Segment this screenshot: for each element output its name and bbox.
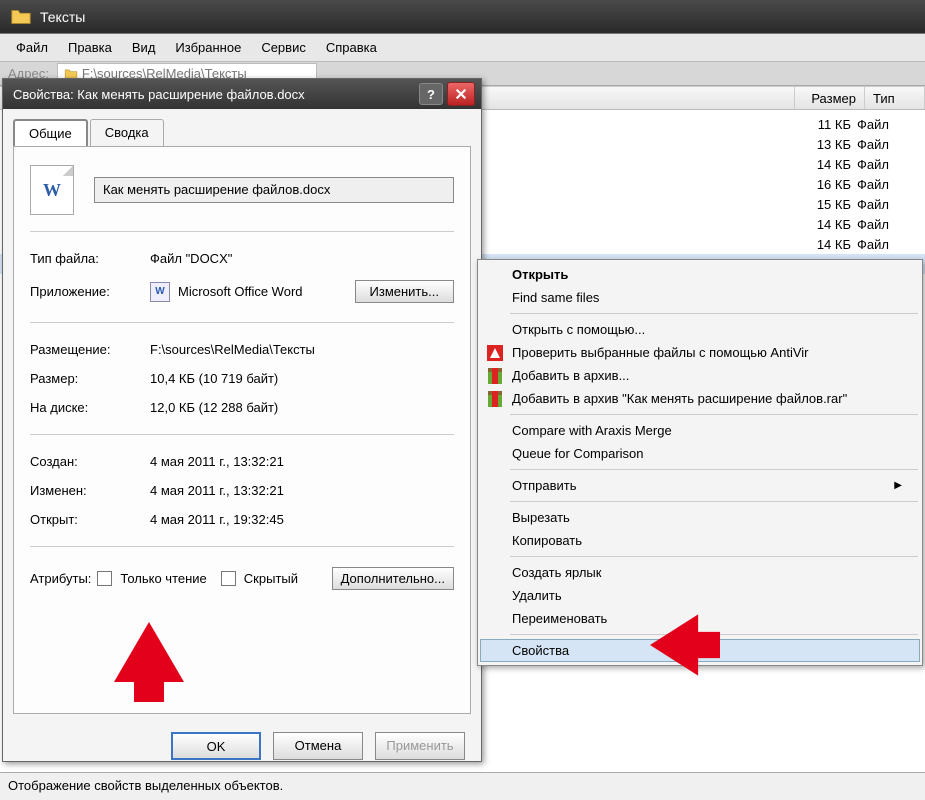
label-created: Создан: (30, 454, 150, 469)
ctx-properties[interactable]: Свойства (480, 639, 920, 662)
label-application: Приложение: (30, 284, 150, 299)
label-ondisk: На диске: (30, 400, 150, 415)
ctx-compare-araxis[interactable]: Compare with Araxis Merge (480, 419, 920, 442)
ctx-delete[interactable]: Удалить (480, 584, 920, 607)
apply-button[interactable]: Применить (375, 732, 465, 760)
menubar: Файл Правка Вид Избранное Сервис Справка (0, 34, 925, 62)
menu-service[interactable]: Сервис (251, 36, 316, 59)
value-modified: 4 мая 2011 г., 13:32:21 (150, 483, 454, 498)
ctx-send-to[interactable]: Отправить▶ (480, 474, 920, 497)
dialog-title: Свойства: Как менять расширение файлов.d… (13, 87, 419, 102)
menu-file[interactable]: Файл (6, 36, 58, 59)
statusbar: Отображение свойств выделенных объектов. (0, 772, 925, 800)
tab-strip: Общие Сводка (3, 109, 481, 146)
archive-icon (486, 367, 504, 385)
value-ondisk: 12,0 КБ (12 288 байт) (150, 400, 454, 415)
filename-field[interactable]: Как менять расширение файлов.docx (94, 177, 454, 203)
word-icon: W (150, 282, 170, 302)
ctx-open[interactable]: Открыть (480, 263, 920, 286)
chevron-right-icon: ▶ (894, 480, 902, 491)
label-modified: Изменен: (30, 483, 150, 498)
dialog-titlebar: Свойства: Как менять расширение файлов.d… (3, 79, 481, 109)
folder-icon (10, 6, 32, 28)
dialog-button-row: OK Отмена Применить (3, 724, 481, 774)
advanced-button[interactable]: Дополнительно... (332, 567, 454, 590)
value-application: Microsoft Office Word (178, 284, 303, 299)
ok-button[interactable]: OK (171, 732, 261, 760)
ctx-cut[interactable]: Вырезать (480, 506, 920, 529)
close-button[interactable] (447, 82, 475, 106)
label-hidden: Скрытый (244, 571, 298, 586)
status-text: Отображение свойств выделенных объектов. (8, 778, 283, 793)
value-location: F:\sources\RelMedia\Тексты (150, 342, 454, 357)
column-size[interactable]: Размер (795, 87, 865, 109)
document-icon: W (30, 165, 74, 215)
antivir-icon (486, 344, 504, 362)
column-type[interactable]: Тип (865, 87, 925, 109)
ctx-antivir[interactable]: Проверить выбранные файлы с помощью Anti… (480, 341, 920, 364)
change-button[interactable]: Изменить... (355, 280, 454, 303)
ctx-open-with[interactable]: Открыть с помощью... (480, 318, 920, 341)
titlebar: Тексты (0, 0, 925, 34)
context-menu: Открыть Find same files Открыть с помощь… (477, 259, 923, 666)
checkbox-readonly[interactable] (97, 571, 112, 586)
value-accessed: 4 мая 2011 г., 19:32:45 (150, 512, 454, 527)
help-button[interactable]: ? (419, 83, 443, 105)
menu-help[interactable]: Справка (316, 36, 387, 59)
ctx-add-archive-named[interactable]: Добавить в архив "Как менять расширение … (480, 387, 920, 410)
label-readonly: Только чтение (120, 571, 206, 586)
label-location: Размещение: (30, 342, 150, 357)
menu-favorites[interactable]: Избранное (165, 36, 251, 59)
label-accessed: Открыт: (30, 512, 150, 527)
menu-view[interactable]: Вид (122, 36, 166, 59)
archive-icon (486, 390, 504, 408)
tab-summary[interactable]: Сводка (90, 119, 164, 146)
value-created: 4 мая 2011 г., 13:32:21 (150, 454, 454, 469)
ctx-queue-comparison[interactable]: Queue for Comparison (480, 442, 920, 465)
cancel-button[interactable]: Отмена (273, 732, 363, 760)
value-filetype: Файл "DOCX" (150, 251, 454, 266)
menu-edit[interactable]: Правка (58, 36, 122, 59)
annotation-arrow-icon (114, 622, 184, 705)
properties-dialog: Свойства: Как менять расширение файлов.d… (2, 78, 482, 762)
label-attributes: Атрибуты: (30, 571, 91, 586)
window-title: Тексты (40, 9, 85, 25)
ctx-rename[interactable]: Переименовать (480, 607, 920, 630)
ctx-copy[interactable]: Копировать (480, 529, 920, 552)
ctx-create-shortcut[interactable]: Создать ярлык (480, 561, 920, 584)
value-size: 10,4 КБ (10 719 байт) (150, 371, 454, 386)
tab-general[interactable]: Общие (13, 119, 88, 146)
tab-panel-general: W Как менять расширение файлов.docx Тип … (13, 146, 471, 714)
ctx-add-archive[interactable]: Добавить в архив... (480, 364, 920, 387)
label-filetype: Тип файла: (30, 251, 150, 266)
label-size: Размер: (30, 371, 150, 386)
ctx-find-same-files[interactable]: Find same files (480, 286, 920, 309)
checkbox-hidden[interactable] (221, 571, 236, 586)
